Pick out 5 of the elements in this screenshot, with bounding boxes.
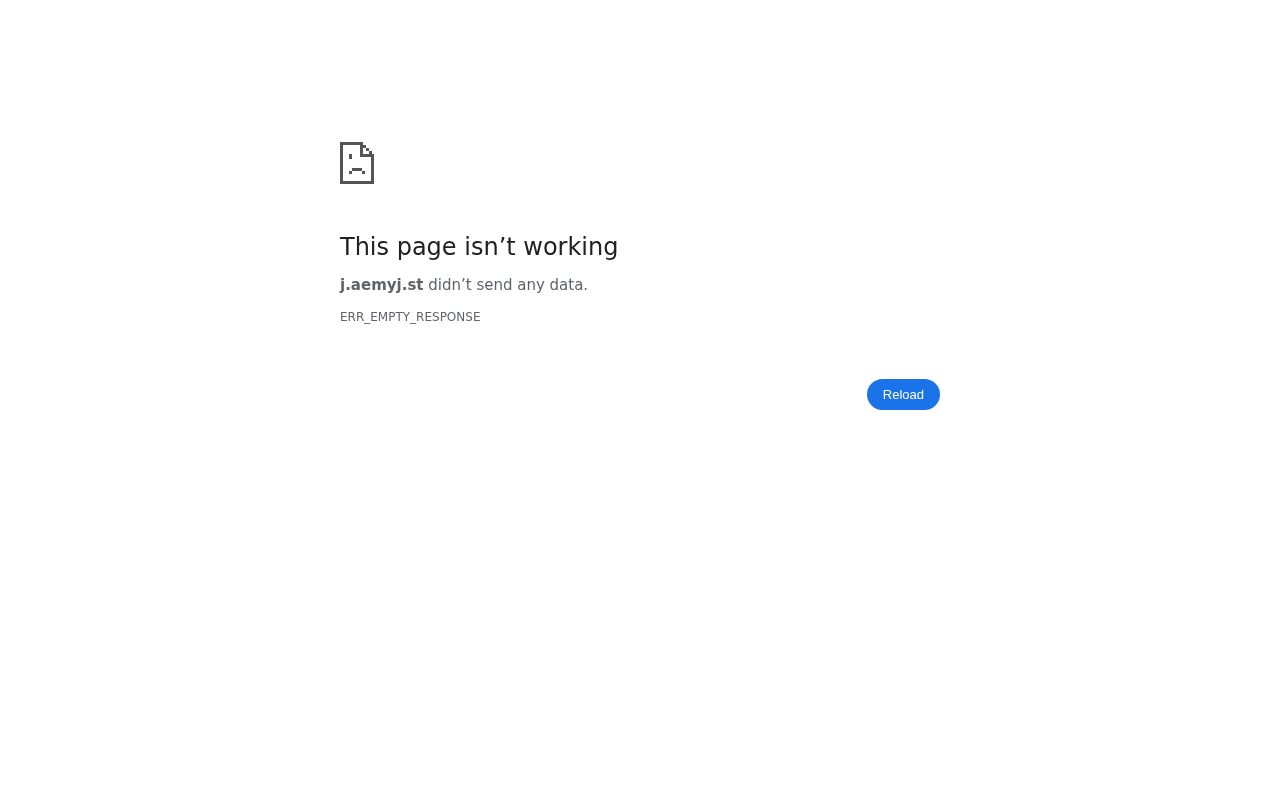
error-heading: This page isn’t working bbox=[340, 232, 619, 263]
reload-button[interactable]: Reload bbox=[866, 379, 940, 410]
error-code: ERR_EMPTY_RESPONSE bbox=[340, 309, 481, 325]
sad-page-icon bbox=[340, 142, 374, 184]
error-message: j.aemyj.st didn’t send any data. bbox=[340, 275, 589, 295]
